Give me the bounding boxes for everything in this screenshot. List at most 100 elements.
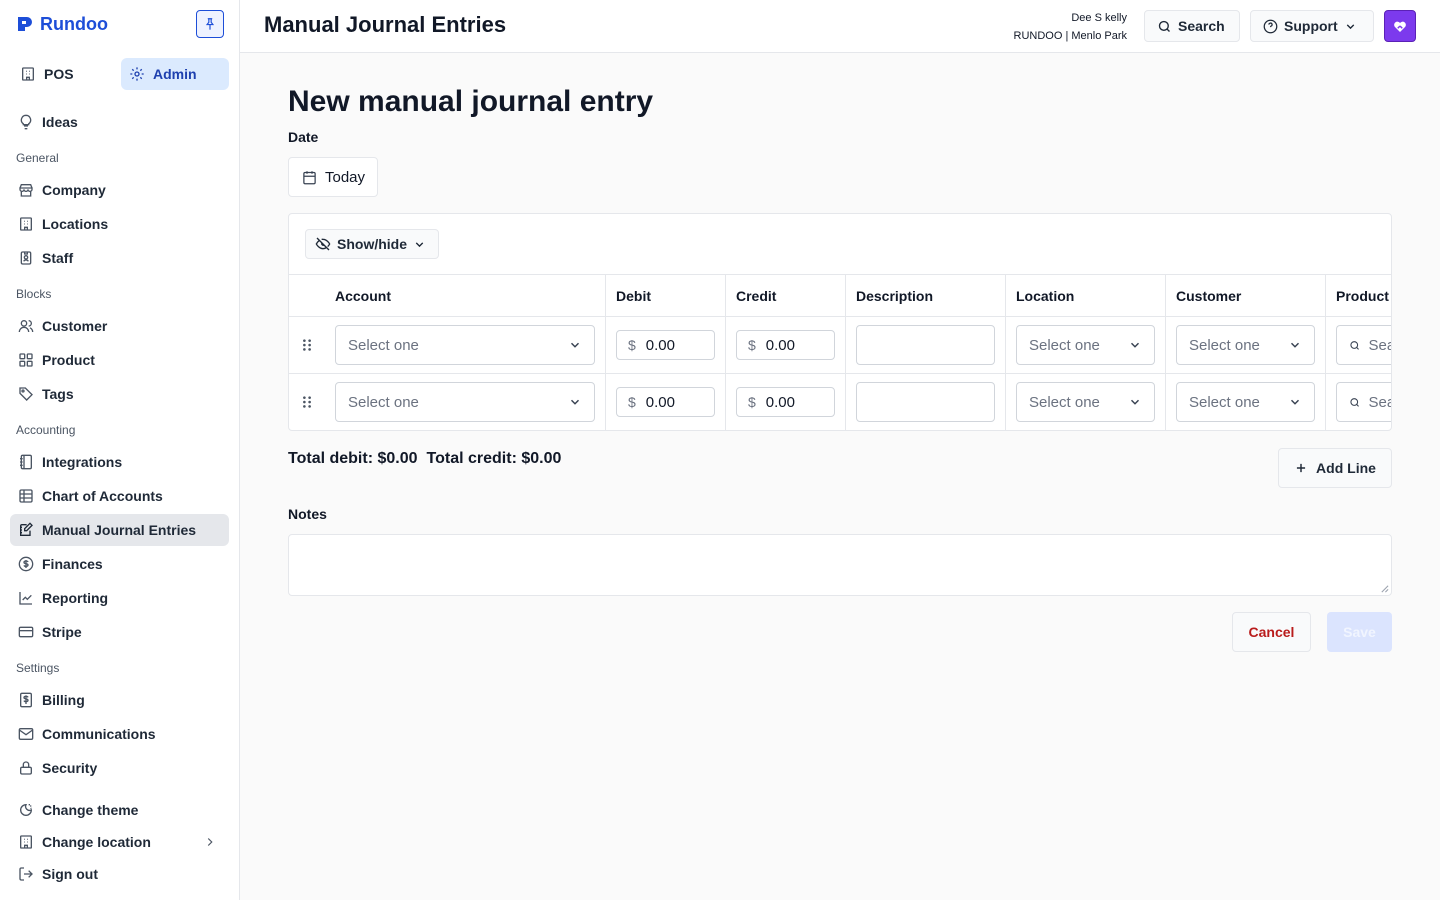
notes-textarea[interactable] (288, 534, 1392, 596)
account-select[interactable]: Select one (335, 382, 595, 422)
table-header-handle (289, 275, 325, 317)
cancel-button[interactable]: Cancel (1232, 612, 1311, 652)
user-avatar-button[interactable] (1384, 10, 1416, 42)
drag-handle[interactable] (289, 374, 325, 430)
plus-icon (1296, 463, 1306, 473)
location-cell: Select one (1006, 317, 1166, 373)
credit-input[interactable]: $ 0.00 (736, 330, 835, 360)
date-label: Date (288, 129, 319, 145)
user-name: Dee S kelly (1071, 12, 1127, 24)
notebook-icon (20, 454, 32, 470)
table-icon (19, 489, 33, 503)
sidebar-item-locations[interactable]: Locations (10, 208, 229, 240)
sidebar-item-change-location[interactable]: Change location (10, 826, 229, 858)
sidebar-item-label: Billing (42, 692, 85, 708)
debit-input[interactable]: $ 0.00 (616, 330, 715, 360)
support-menu-button[interactable]: Support (1250, 10, 1374, 42)
section-label-general: General (16, 151, 59, 165)
debit-cell: $ 0.00 (606, 374, 726, 430)
sidebar-item-change-theme[interactable]: Change theme (10, 794, 229, 826)
sidebar-item-sign-out[interactable]: Sign out (10, 858, 229, 890)
chevron-down-icon (1290, 399, 1300, 405)
sidebar-item-product[interactable]: Product (10, 344, 229, 376)
product-search-input[interactable]: Search (1336, 325, 1391, 365)
sign-out-icon (19, 867, 33, 881)
credit-value: 0.00 (765, 336, 795, 354)
drag-handle[interactable] (289, 317, 325, 373)
mode-tab-admin[interactable]: Admin (121, 58, 229, 90)
account-select[interactable]: Select one (335, 325, 595, 365)
store-icon (19, 184, 33, 197)
column-header-description: Description (846, 275, 1006, 317)
debit-input[interactable]: $ 0.00 (616, 387, 715, 417)
sidebar-item-stripe[interactable]: Stripe (10, 616, 229, 648)
resize-handle-icon[interactable] (1380, 584, 1389, 593)
customer-select[interactable]: Select one (1176, 382, 1315, 422)
sidebar-item-security[interactable]: Security (10, 752, 229, 784)
app-root: Rundoo POS Admin Ideas General Company L… (0, 0, 1440, 900)
pin-sidebar-button[interactable] (196, 10, 224, 38)
sidebar-item-label: Change theme (42, 802, 139, 818)
page-title: Manual Journal Entries (264, 12, 507, 37)
sidebar-item-tags[interactable]: Tags (10, 378, 229, 410)
chevron-down-icon (1346, 23, 1354, 29)
location-select[interactable]: Select one (1016, 382, 1155, 422)
sidebar-item-label: Staff (42, 250, 74, 266)
table-row: Select one $ 0.00 $ 0.00 Select one Sele… (289, 374, 1391, 430)
customer-select[interactable]: Select one (1176, 325, 1315, 365)
lock-icon (20, 761, 32, 775)
mode-tab-pos[interactable]: POS (10, 58, 117, 90)
description-input[interactable] (856, 325, 995, 365)
rundoo-logo-icon (18, 17, 32, 31)
sidebar-item-label: Product (42, 352, 95, 368)
section-label-accounting: Accounting (16, 423, 76, 437)
product-cell: Search (1326, 374, 1391, 430)
sidebar-item-chart-of-accounts[interactable]: Chart of Accounts (10, 480, 229, 512)
product-search-input[interactable]: Search (1336, 382, 1391, 422)
location-select-value: Select one (1029, 336, 1100, 354)
credit-input[interactable]: $ 0.00 (736, 387, 835, 417)
sidebar-item-label: Finances (42, 556, 103, 572)
chevron-down-icon (415, 241, 424, 247)
column-header-debit: Debit (606, 275, 726, 317)
debit-value: 0.00 (645, 336, 675, 354)
add-line-button[interactable]: Add Line (1278, 448, 1392, 488)
sidebar-item-ideas[interactable]: Ideas (10, 106, 229, 138)
line-chart-icon (19, 592, 32, 605)
chevron-down-icon (1130, 399, 1140, 405)
show-hide-label: Show/hide (337, 236, 407, 252)
sidebar-item-billing[interactable]: Billing (10, 684, 229, 716)
section-label-settings: Settings (16, 661, 60, 675)
search-icon (1350, 340, 1359, 350)
total-credit: Total credit: $0.00 (426, 450, 562, 467)
currency-symbol: $ (748, 337, 756, 353)
debit-value: 0.00 (645, 393, 675, 411)
customer-cell: Select one (1166, 317, 1326, 373)
column-header-account: Account (325, 275, 606, 317)
sidebar-item-company[interactable]: Company (10, 174, 229, 206)
location-select[interactable]: Select one (1016, 325, 1155, 365)
account-cell: Select one (325, 374, 606, 430)
drag-handle-icon (303, 396, 311, 408)
sidebar-item-communications[interactable]: Communications (10, 718, 229, 750)
sidebar-item-manual-journal-entries[interactable]: Manual Journal Entries (10, 514, 229, 546)
sidebar-item-customer[interactable]: Customer (10, 310, 229, 342)
credit-card-icon (18, 626, 34, 638)
building-icon (20, 835, 32, 849)
journal-lines-table: Show/hide Account Debit Credit Descripti… (288, 213, 1392, 431)
sidebar-item-label: Ideas (42, 114, 78, 130)
search-button[interactable]: Search (1144, 10, 1240, 42)
show-hide-columns-button[interactable]: Show/hide (305, 229, 439, 259)
mode-switcher: POS Admin (10, 58, 229, 90)
description-input[interactable] (856, 382, 995, 422)
sidebar-item-finances[interactable]: Finances (10, 548, 229, 580)
save-button[interactable]: Save (1327, 612, 1392, 652)
sidebar-item-integrations[interactable]: Integrations (10, 446, 229, 478)
building-icon (22, 67, 34, 81)
date-picker-button[interactable]: Today (288, 157, 378, 197)
sidebar-item-reporting[interactable]: Reporting (10, 582, 229, 614)
sidebar-item-staff[interactable]: Staff (10, 242, 229, 274)
sidebar-item-label: Change location (42, 834, 151, 850)
brand-logo[interactable]: Rundoo (16, 14, 108, 35)
location-select-value: Select one (1029, 393, 1100, 411)
